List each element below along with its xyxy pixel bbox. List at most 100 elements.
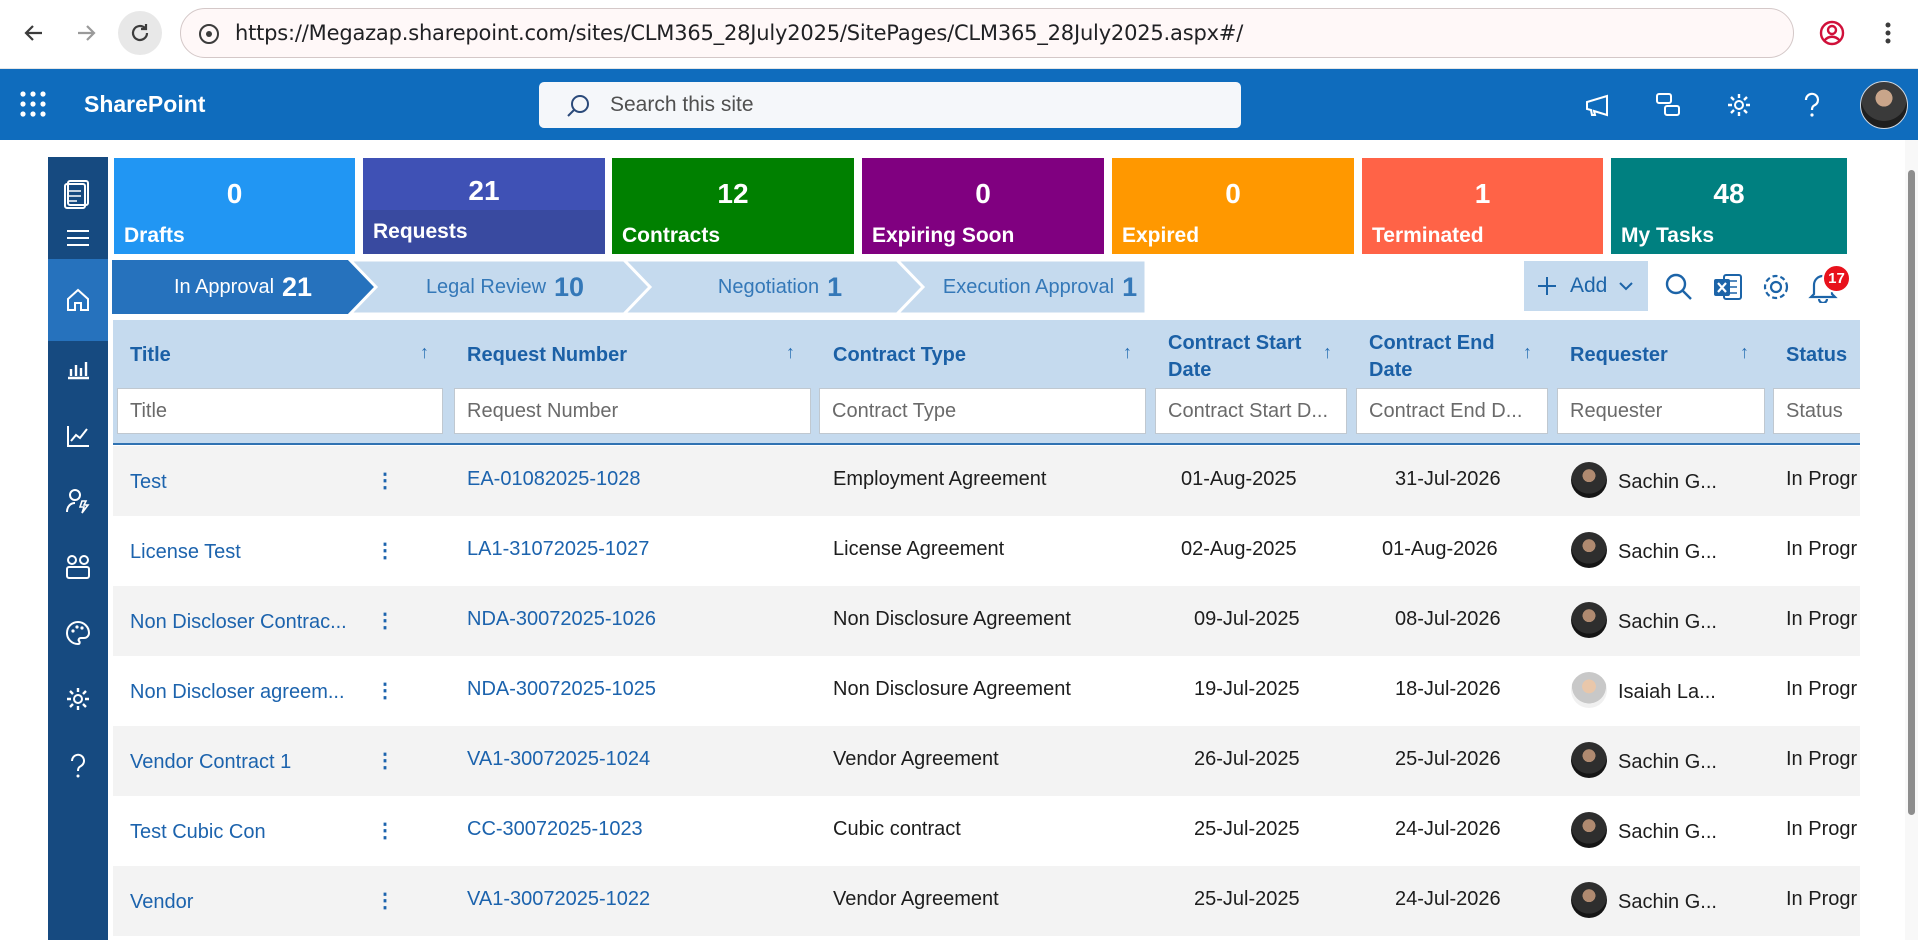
- stage-execution-approval[interactable]: Execution Approval 1: [920, 260, 1160, 314]
- site-search-box[interactable]: Search this site: [539, 82, 1241, 128]
- filter-contract-type-input[interactable]: Contract Type: [819, 388, 1146, 434]
- row-requester: Sachin G...: [1618, 891, 1717, 913]
- rail-item-teams[interactable]: [48, 541, 108, 593]
- news-button[interactable]: [1580, 88, 1614, 122]
- row-title[interactable]: Non Discloser agreem...: [130, 681, 345, 704]
- tile-expiring-soon[interactable]: 0 Expiring Soon: [862, 158, 1104, 254]
- search-placeholder[interactable]: Search this site: [610, 93, 754, 117]
- filter-status-input[interactable]: Status: [1773, 388, 1860, 434]
- tile-my-tasks[interactable]: 48 My Tasks: [1611, 158, 1847, 254]
- export-excel-button[interactable]: [1709, 268, 1747, 306]
- forward-button[interactable]: [64, 11, 108, 55]
- rail-item-reports[interactable]: [48, 342, 108, 394]
- back-button[interactable]: [12, 11, 56, 55]
- grid-settings-button[interactable]: [1757, 268, 1795, 306]
- table-row[interactable]: Test ⋮ EA-01082025-1028 Employment Agree…: [113, 446, 1860, 516]
- row-contract-type: Non Disclosure Agreement: [833, 678, 1071, 700]
- row-title[interactable]: Vendor Contract 1: [130, 751, 291, 774]
- stage-negotiation[interactable]: Negotiation 1: [660, 260, 900, 314]
- more-vertical-icon[interactable]: ⋮: [375, 678, 395, 703]
- user-avatar[interactable]: [1860, 81, 1908, 129]
- add-label: Add: [1570, 274, 1608, 297]
- table-row[interactable]: Test Cubic Con ⋮ CC-30072025-1023 Cubic …: [113, 796, 1860, 866]
- row-status: In Progr: [1786, 608, 1858, 630]
- filter-contract-end-input[interactable]: Contract End D...: [1356, 388, 1548, 434]
- more-vertical-icon[interactable]: ⋮: [375, 888, 395, 913]
- reload-button[interactable]: [118, 11, 162, 55]
- browser-menu-button[interactable]: [1866, 11, 1910, 55]
- table-row[interactable]: Non Discloser agreem... ⋮ NDA-30072025-1…: [113, 656, 1860, 726]
- more-vertical-icon[interactable]: ⋮: [375, 818, 395, 843]
- filter-request-number-input[interactable]: Request Number: [454, 388, 811, 434]
- filter-title-input[interactable]: Title: [117, 388, 443, 434]
- row-title[interactable]: Vendor: [130, 891, 193, 914]
- stage-in-approval[interactable]: In Approval 21: [112, 260, 374, 314]
- column-header-contract-start-date[interactable]: Contract Start Date: [1168, 330, 1301, 384]
- row-request-number[interactable]: NDA-30072025-1026: [467, 608, 656, 631]
- page-scrollbar[interactable]: [1905, 140, 1918, 940]
- column-header-title[interactable]: Title: [130, 342, 171, 369]
- help-button[interactable]: [1795, 88, 1829, 122]
- column-header-contract-end-date[interactable]: Contract End Date: [1369, 330, 1495, 384]
- row-request-number[interactable]: LA1-31072025-1027: [467, 538, 649, 561]
- row-request-number[interactable]: CC-30072025-1023: [467, 818, 643, 841]
- more-vertical-icon[interactable]: ⋮: [375, 608, 395, 633]
- filter-requester-input[interactable]: Requester: [1557, 388, 1765, 434]
- column-header-requester[interactable]: Requester: [1570, 342, 1668, 369]
- settings-button[interactable]: [1722, 88, 1756, 122]
- menu-toggle[interactable]: [48, 212, 108, 264]
- sort-arrow-up-icon[interactable]: ↑: [420, 342, 429, 363]
- stage-count: 1: [1122, 271, 1138, 302]
- row-request-number[interactable]: EA-01082025-1028: [467, 468, 640, 491]
- sort-arrow-up-icon[interactable]: ↑: [1123, 342, 1132, 363]
- row-requester: Isaiah La...: [1618, 681, 1716, 703]
- feedback-button[interactable]: [1651, 88, 1685, 122]
- row-title[interactable]: License Test: [130, 541, 241, 564]
- profile-button[interactable]: [1810, 11, 1854, 55]
- row-request-number[interactable]: VA1-30072025-1022: [467, 888, 650, 911]
- rail-item-user-permissions[interactable]: [48, 475, 108, 527]
- table-row[interactable]: Vendor ⋮ VA1-30072025-1022 Vendor Agreem…: [113, 866, 1860, 936]
- table-row[interactable]: Vendor Contract 1 ⋮ VA1-30072025-1024 Ve…: [113, 726, 1860, 796]
- tile-contracts[interactable]: 12 Contracts: [612, 158, 854, 254]
- row-request-number[interactable]: NDA-30072025-1025: [467, 678, 656, 701]
- tile-terminated[interactable]: 1 Terminated: [1362, 158, 1603, 254]
- more-vertical-icon[interactable]: ⋮: [375, 538, 395, 563]
- rail-item-home[interactable]: [48, 259, 108, 341]
- sort-arrow-up-icon[interactable]: ↑: [1523, 342, 1532, 363]
- rail-item-themes[interactable]: [48, 607, 108, 659]
- row-title[interactable]: Test Cubic Con: [130, 821, 266, 844]
- table-row[interactable]: License Test ⋮ LA1-31072025-1027 License…: [113, 516, 1860, 586]
- more-vertical-icon[interactable]: ⋮: [375, 468, 395, 493]
- stage-legal-review[interactable]: Legal Review 10: [385, 260, 625, 314]
- tile-requests[interactable]: 21 Requests: [363, 158, 605, 254]
- rail-item-settings[interactable]: [48, 673, 108, 725]
- megaphone-icon: [1586, 94, 1608, 117]
- table-row[interactable]: Non Discloser Contrac... ⋮ NDA-30072025-…: [113, 586, 1860, 656]
- sharepoint-title[interactable]: SharePoint: [84, 91, 205, 118]
- people-icon: [66, 555, 90, 579]
- sort-arrow-up-icon[interactable]: ↑: [1740, 342, 1749, 363]
- chevron-down-icon: [1619, 282, 1634, 291]
- row-title[interactable]: Test: [130, 471, 167, 494]
- rail-item-analytics[interactable]: [48, 410, 108, 462]
- rail-item-help[interactable]: [48, 740, 108, 792]
- app-launcher-icon[interactable]: [20, 91, 46, 117]
- sort-arrow-up-icon[interactable]: ↑: [786, 342, 795, 363]
- sort-arrow-up-icon[interactable]: ↑: [1323, 342, 1332, 363]
- url-text[interactable]: https://Megazap.sharepoint.com/sites/CLM…: [235, 21, 1243, 45]
- add-button[interactable]: Add: [1524, 261, 1648, 311]
- grid-search-button[interactable]: [1660, 268, 1698, 306]
- column-header-contract-type[interactable]: Contract Type: [833, 342, 966, 369]
- address-bar[interactable]: https://Megazap.sharepoint.com/sites/CLM…: [180, 8, 1794, 58]
- site-info-icon[interactable]: [197, 22, 221, 46]
- more-vertical-icon[interactable]: ⋮: [375, 748, 395, 773]
- scrollbar-thumb[interactable]: [1908, 170, 1915, 815]
- tile-expired[interactable]: 0 Expired: [1112, 158, 1354, 254]
- tile-drafts[interactable]: 0 Drafts: [114, 158, 355, 254]
- column-header-request-number[interactable]: Request Number: [467, 342, 627, 369]
- filter-contract-start-input[interactable]: Contract Start D...: [1155, 388, 1347, 434]
- row-title[interactable]: Non Discloser Contrac...: [130, 611, 347, 634]
- row-request-number[interactable]: VA1-30072025-1024: [467, 748, 650, 771]
- column-header-status[interactable]: Status: [1786, 342, 1847, 369]
